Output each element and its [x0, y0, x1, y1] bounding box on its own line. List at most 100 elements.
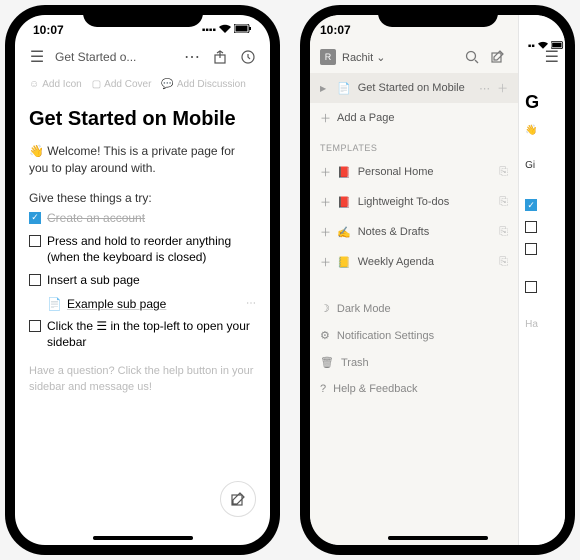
template-emoji: ✍️	[337, 226, 351, 239]
trash-icon: 🗑	[320, 356, 334, 369]
compose-button[interactable]	[220, 481, 256, 517]
signal-icon: ▪▪▪▪	[202, 25, 216, 36]
wifi-icon	[219, 24, 231, 36]
plus-icon: ＋	[320, 110, 330, 126]
avatar[interactable]: R	[320, 49, 336, 65]
todo-text: Click the ☰ in the top-left to open your…	[47, 319, 256, 350]
add-icon-action[interactable]: ☺ Add Icon	[29, 79, 82, 90]
plus-icon[interactable]: ＋	[320, 164, 330, 180]
checkbox[interactable]	[29, 235, 41, 247]
checkbox	[525, 221, 537, 233]
page-icon: 📄	[47, 297, 62, 311]
share-icon[interactable]	[210, 47, 230, 67]
template-emoji: 📕	[337, 166, 351, 179]
checkbox	[525, 281, 537, 293]
add-cover-action[interactable]: ▢ Add Cover	[92, 79, 152, 90]
help-icon: ?	[320, 383, 326, 395]
template-emoji: 📒	[337, 256, 351, 269]
breadcrumb[interactable]: Get Started o...	[55, 50, 174, 64]
screen-left: 10:07 ▪▪▪▪ ☰ Get Started o... ⋯	[15, 15, 270, 545]
sidebar-header: R Rachit ⌄	[310, 41, 518, 73]
footer-note[interactable]: Have a question? Click the help button i…	[29, 364, 256, 395]
sidebar-footer: ☽ Dark Mode ⚙ Notification Settings 🗑 Tr…	[310, 295, 518, 402]
todo-text: Insert a sub page	[47, 273, 140, 289]
page-actions-row: ☺ Add Icon ▢ Add Cover 💬 Add Discussion	[15, 73, 270, 96]
checkbox	[525, 243, 537, 255]
todo-item-1[interactable]: Create an account	[29, 211, 256, 227]
copy-icon[interactable]: ⎘	[499, 196, 508, 209]
search-icon[interactable]	[462, 47, 482, 67]
checkbox-checked[interactable]	[29, 212, 41, 224]
home-indicator[interactable]	[93, 536, 193, 540]
sidebar-item-label: Weekly Agenda	[358, 256, 493, 268]
chevron-right-icon[interactable]: ▶	[320, 84, 330, 93]
checkbox[interactable]	[29, 320, 41, 332]
page-title[interactable]: Get Started on Mobile	[29, 108, 256, 131]
template-emoji: 📕	[337, 196, 351, 209]
sidebar-add-page[interactable]: ＋ Add a Page	[310, 103, 518, 133]
checkbox[interactable]	[29, 274, 41, 286]
phone-left: 10:07 ▪▪▪▪ ☰ Get Started o... ⋯	[5, 5, 280, 555]
home-indicator[interactable]	[388, 536, 488, 540]
copy-icon[interactable]: ⎘	[499, 256, 508, 269]
page-content: Get Started on Mobile 👋 Welcome! This is…	[15, 96, 270, 401]
checkbox-checked	[525, 199, 537, 211]
todo-text: Press and hold to reorder anything (when…	[47, 234, 256, 265]
signal-icon: ▪▪	[528, 41, 535, 52]
todo-item-2[interactable]: Press and hold to reorder anything (when…	[29, 234, 256, 265]
sidebar: 10:07 R Rachit ⌄ ▶ 📄 Get Started on Mobi…	[310, 15, 519, 545]
page-icon: 📄	[337, 82, 351, 95]
menu-icon[interactable]: ☰	[545, 47, 559, 67]
phone-right: 10:07 R Rachit ⌄ ▶ 📄 Get Started on Mobi…	[300, 5, 575, 555]
sidebar-item-label: Lightweight To-dos	[358, 196, 493, 208]
template-lightweight-todos[interactable]: ＋ 📕 Lightweight To-dos ⎘	[310, 187, 518, 217]
menu-icon[interactable]: ☰	[27, 47, 47, 67]
try-header[interactable]: Give these things a try:	[29, 191, 256, 205]
todo-item-3[interactable]: Insert a sub page	[29, 273, 256, 289]
clock-icon[interactable]	[238, 47, 258, 67]
copy-icon[interactable]: ⎘	[499, 166, 508, 179]
plus-icon[interactable]: ＋	[320, 224, 330, 240]
compose-icon[interactable]	[488, 47, 508, 67]
peek-give: Gi	[525, 160, 565, 171]
sidebar-item-label: Add a Page	[337, 112, 508, 124]
trash[interactable]: 🗑 Trash	[310, 349, 518, 376]
copy-icon[interactable]: ⎘	[499, 226, 508, 239]
sidebar-page-current[interactable]: ▶ 📄 Get Started on Mobile ⋯ ＋	[310, 73, 518, 103]
emoji-icon: ☺	[29, 79, 39, 90]
peek-content[interactable]: ▪▪ ☰ G 👋 Gi Ha	[519, 15, 565, 545]
topbar: ☰ Get Started o... ⋯	[15, 41, 270, 73]
peek-welcome: 👋	[525, 125, 565, 136]
templates-header: TEMPLATES	[310, 133, 518, 157]
plus-icon[interactable]: ＋	[497, 80, 508, 96]
add-discussion-action[interactable]: 💬 Add Discussion	[161, 79, 245, 90]
subpage-text: Example sub page	[67, 297, 166, 311]
screen-right: 10:07 R Rachit ⌄ ▶ 📄 Get Started on Mobi…	[310, 15, 565, 545]
plus-icon[interactable]: ＋	[320, 194, 330, 210]
todo-item-4[interactable]: Click the ☰ in the top-left to open your…	[29, 319, 256, 350]
status-icons: ▪▪▪▪	[202, 24, 252, 36]
status-time: 10:07	[320, 23, 351, 37]
more-icon[interactable]: ⋯	[246, 298, 256, 309]
template-notes-drafts[interactable]: ＋ ✍️ Notes & Drafts ⎘	[310, 217, 518, 247]
battery-icon	[234, 24, 252, 36]
dark-mode-toggle[interactable]: ☽ Dark Mode	[310, 295, 518, 322]
help-feedback[interactable]: ? Help & Feedback	[310, 376, 518, 402]
template-weekly-agenda[interactable]: ＋ 📒 Weekly Agenda ⎘	[310, 247, 518, 277]
moon-icon: ☽	[320, 302, 330, 315]
sidebar-item-label: Personal Home	[358, 166, 493, 178]
plus-icon[interactable]: ＋	[320, 254, 330, 270]
chat-icon: 💬	[161, 79, 173, 90]
image-icon: ▢	[92, 79, 101, 90]
template-personal-home[interactable]: ＋ 📕 Personal Home ⎘	[310, 157, 518, 187]
gear-icon: ⚙	[320, 329, 330, 342]
more-icon[interactable]: ⋯	[182, 47, 202, 67]
subpage-link[interactable]: 📄 Example sub page ⋯	[47, 297, 256, 311]
status-time: 10:07	[33, 23, 64, 37]
sidebar-item-label: Notes & Drafts	[358, 226, 493, 238]
peek-title: G	[525, 92, 565, 113]
notification-settings[interactable]: ⚙ Notification Settings	[310, 322, 518, 349]
more-icon[interactable]: ⋯	[479, 82, 490, 95]
welcome-text[interactable]: 👋 Welcome! This is a private page for yo…	[29, 143, 256, 177]
workspace-switcher[interactable]: Rachit ⌄	[342, 51, 456, 64]
